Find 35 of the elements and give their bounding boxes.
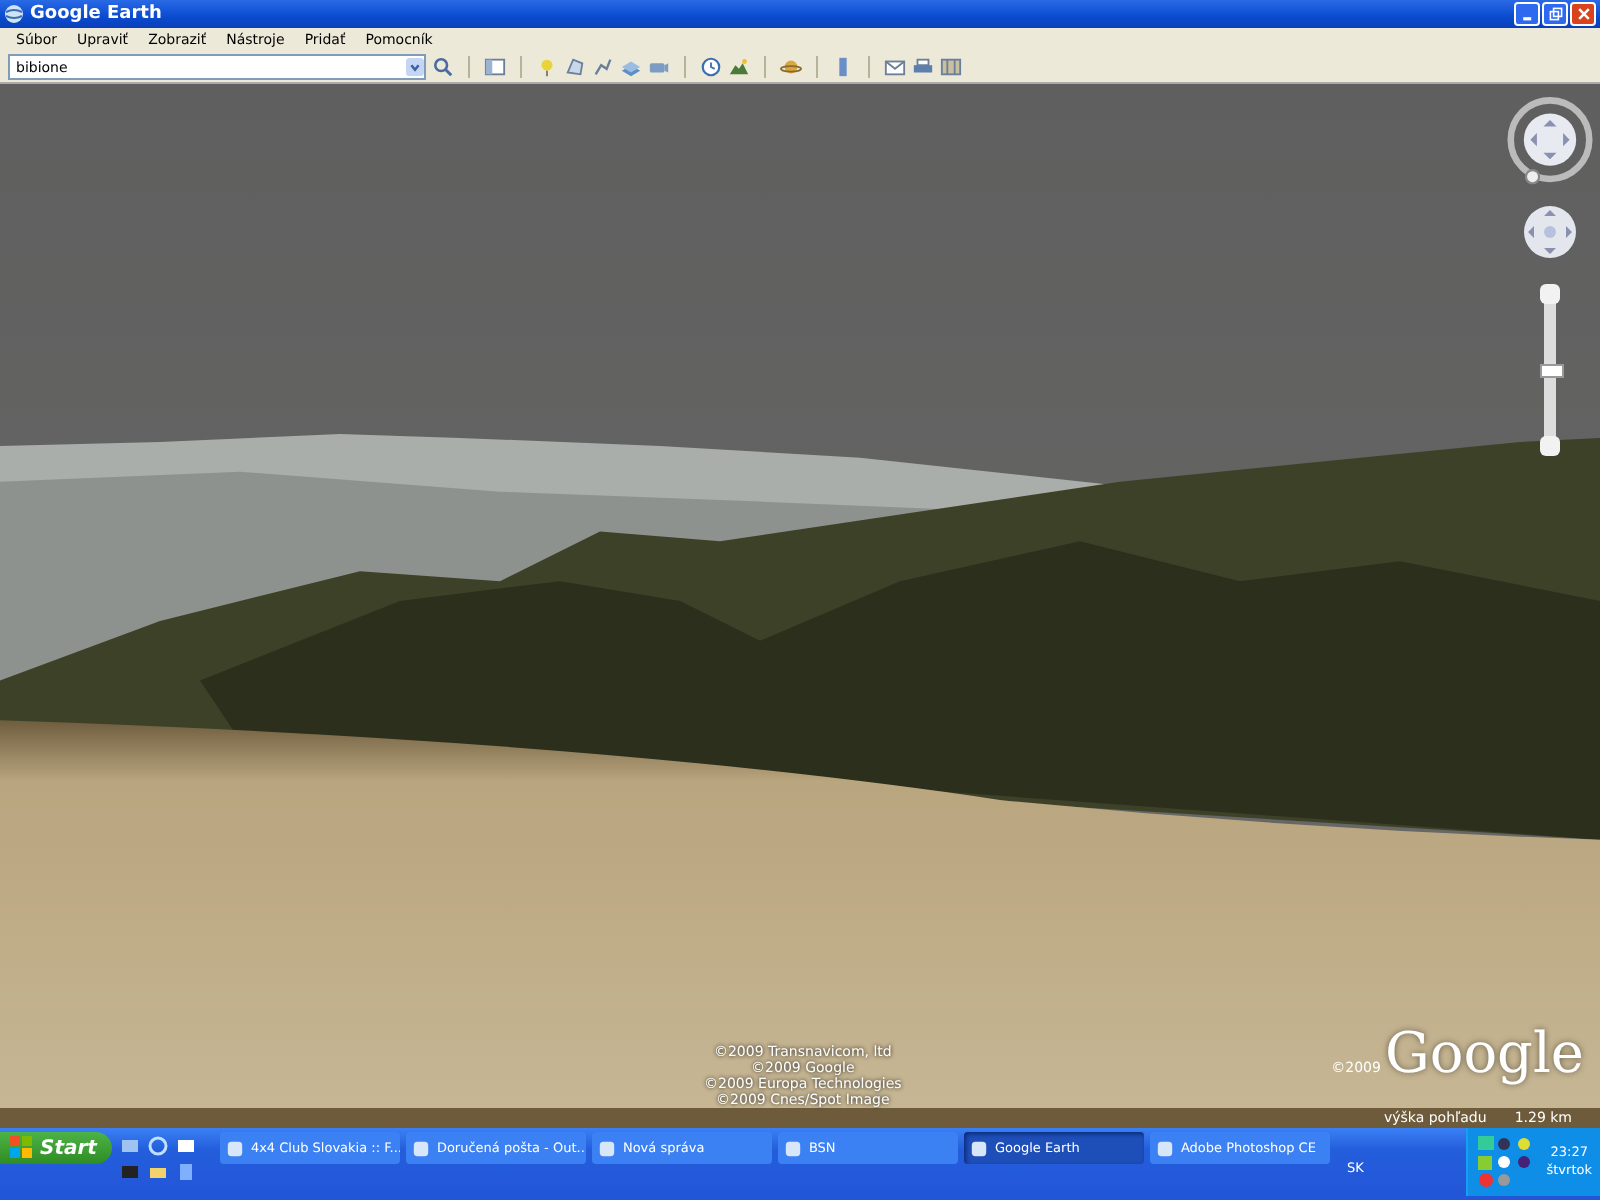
mail-icon[interactable] [176,1136,197,1156]
app-icon [412,1139,431,1157]
globe-icon [4,4,24,24]
polygon-icon[interactable] [564,56,586,78]
dropdown-icon[interactable] [406,58,424,76]
desktop-icon[interactable] [120,1136,141,1156]
email-icon[interactable] [884,56,906,78]
sidebar-icon[interactable] [484,56,506,78]
move-joystick-icon[interactable] [1520,202,1580,262]
app-icon [784,1139,803,1157]
logo: Google [1384,1020,1584,1086]
image-overlay-icon[interactable] [620,56,642,78]
landscape-icon[interactable] [728,56,750,78]
window-title: Google Earth [30,4,162,24]
app-icon [226,1139,245,1157]
windows-logo-icon [10,1136,34,1160]
app-icon [1156,1139,1175,1157]
restore-icon [1547,6,1563,22]
terminal-icon[interactable] [120,1162,141,1182]
browser-icon[interactable] [148,1136,169,1156]
app-icon [970,1139,989,1157]
zoom-slider-thumb[interactable] [1540,364,1564,378]
planet-icon[interactable] [780,56,802,78]
close-icon [1575,6,1591,22]
minimize-button[interactable] [1514,2,1540,26]
close-button[interactable] [1570,2,1596,26]
folder-icon[interactable] [148,1162,169,1182]
restore-button[interactable] [1542,2,1568,26]
app-icon [598,1139,617,1157]
map-icon[interactable] [940,56,962,78]
document-icon[interactable] [176,1162,197,1182]
path-icon[interactable] [592,56,614,78]
search-icon[interactable] [432,56,454,78]
print-icon[interactable] [912,56,934,78]
clock-icon[interactable] [700,56,722,78]
